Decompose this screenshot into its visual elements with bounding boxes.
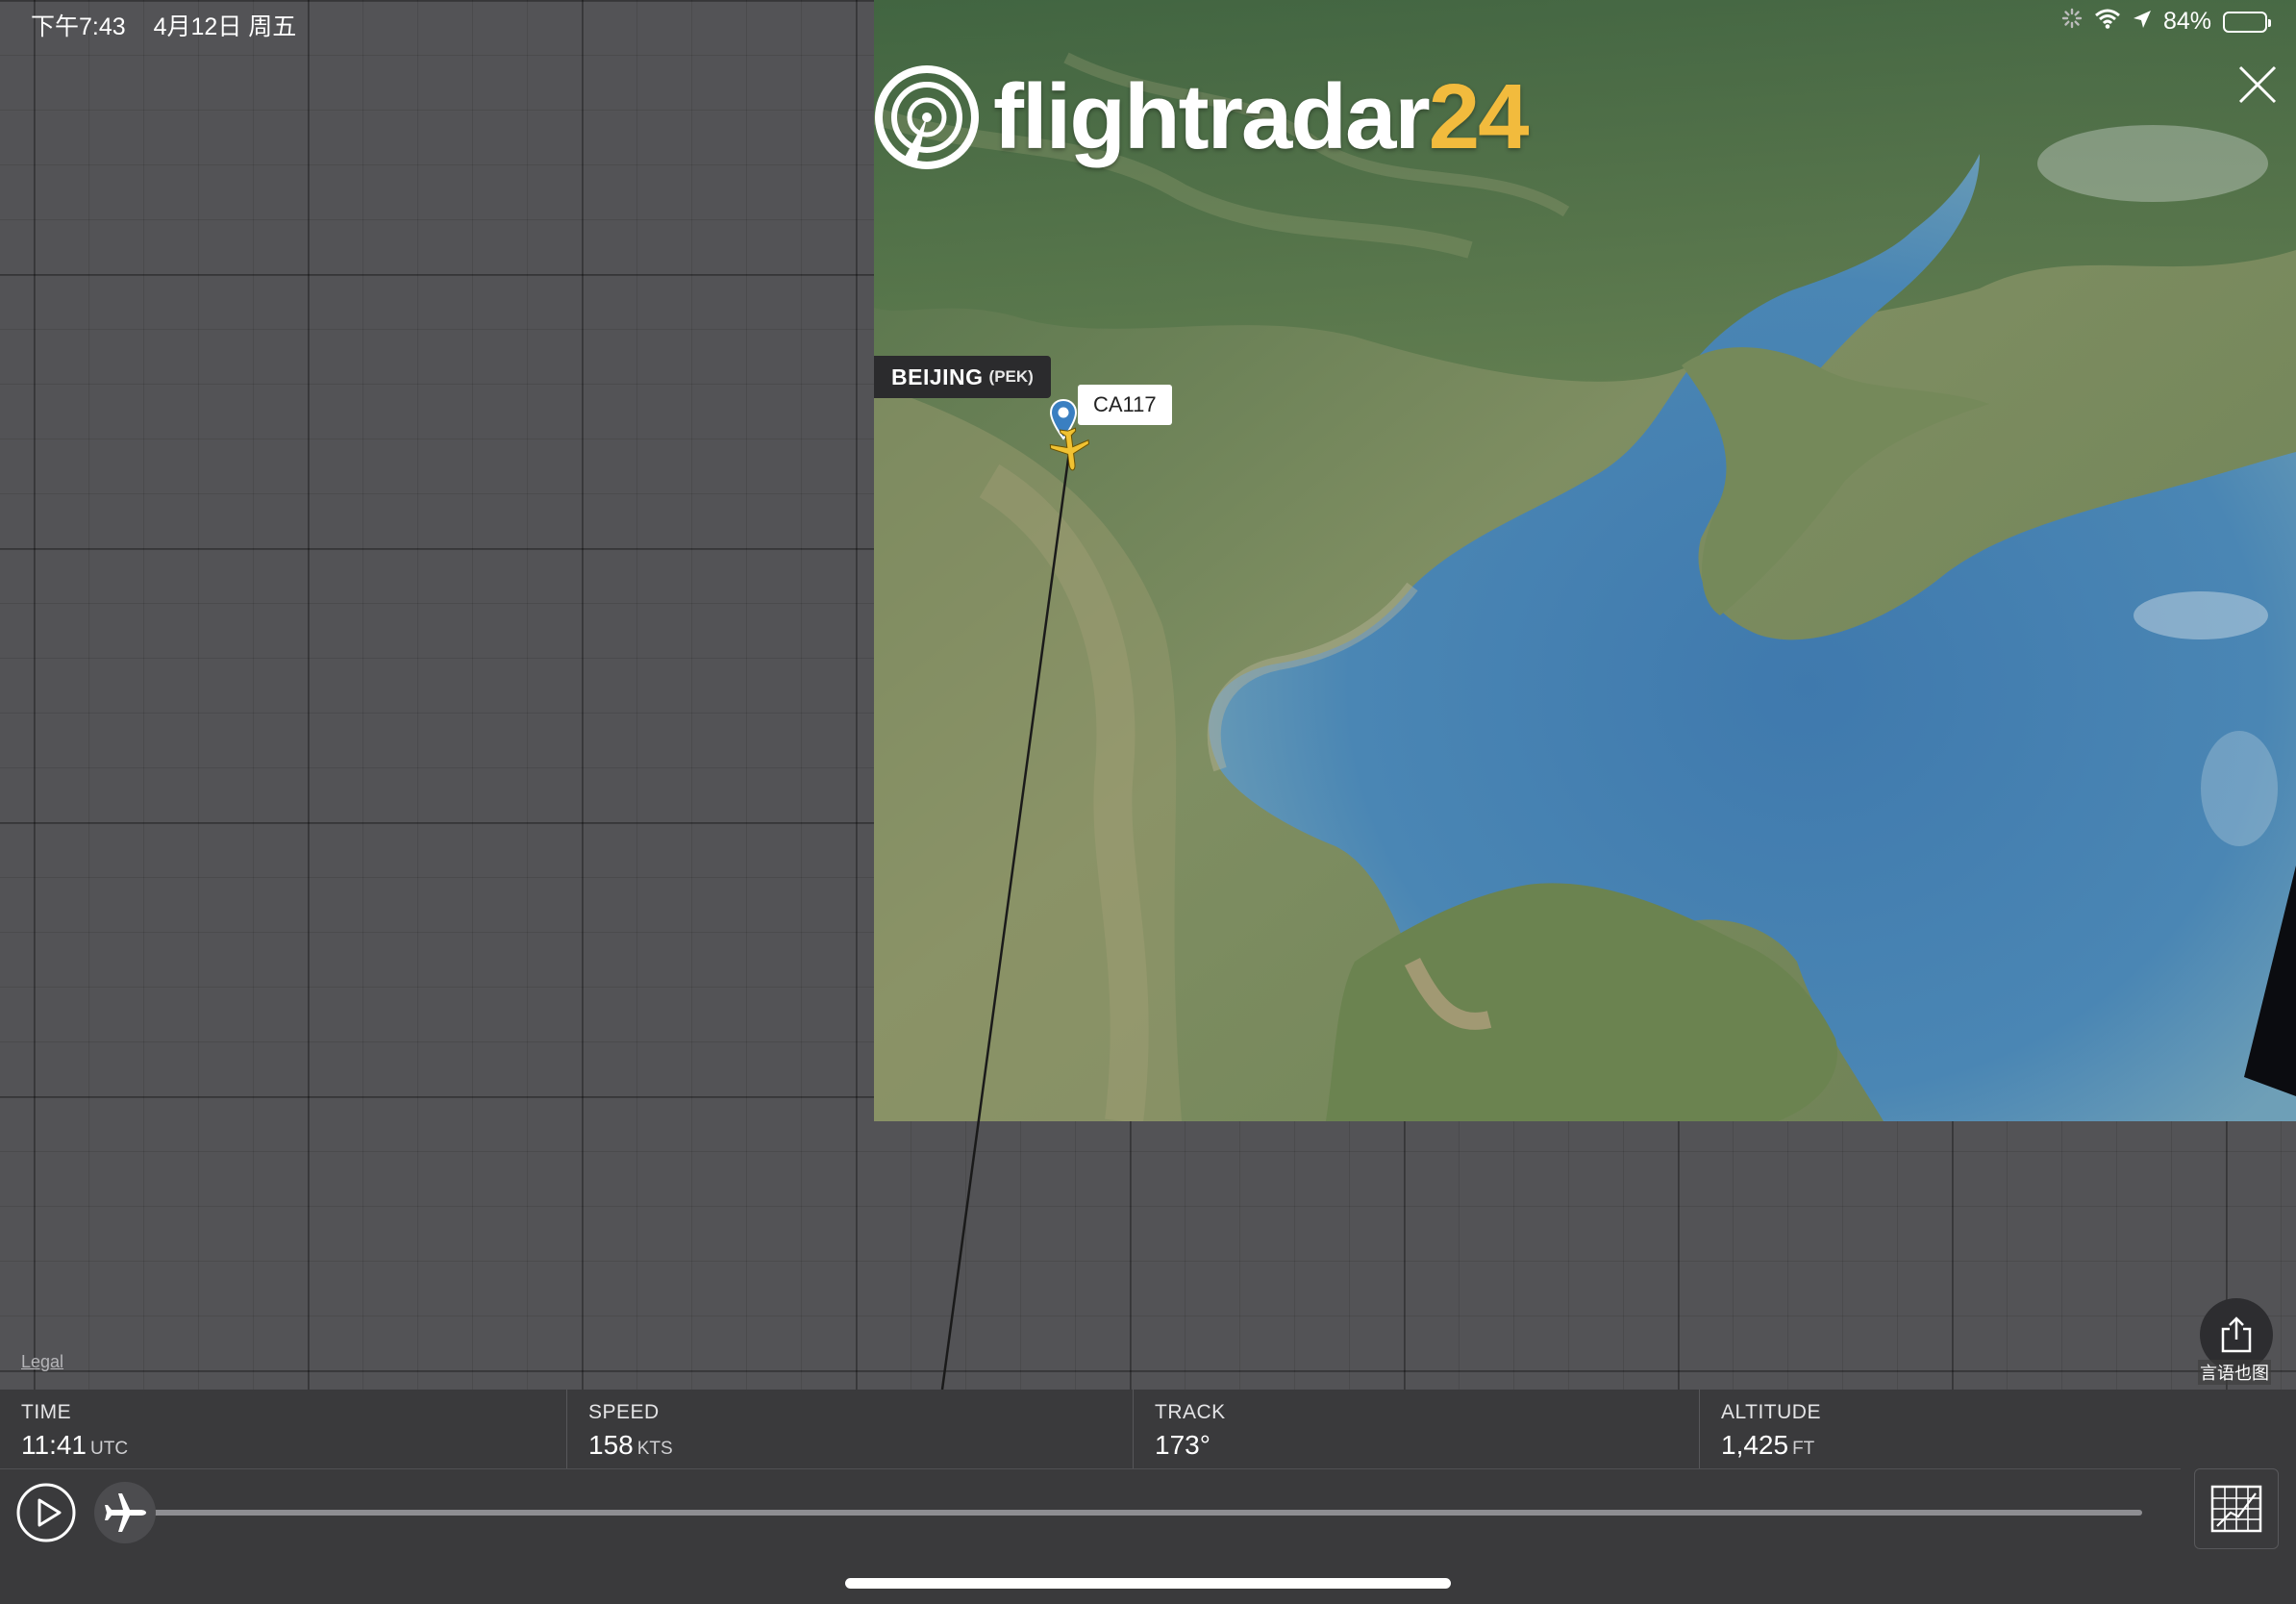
share-caption: 言语也图 xyxy=(2198,1360,2271,1385)
airplane-icon[interactable] xyxy=(1046,425,1094,473)
flightradar24-logo: flightradar24 xyxy=(874,60,1529,175)
status-clock: 下午7:43 xyxy=(31,13,126,40)
playback-panel: TIME 11:41 UTC SPEED 158 KTS TRACK 173° AL… xyxy=(0,1390,2296,1604)
activity-spinner-icon xyxy=(2061,8,2083,36)
status-date: 4月12日 周五 xyxy=(153,13,297,40)
stat-time: TIME 11:41 UTC xyxy=(0,1390,566,1468)
map-view-toggle-button[interactable] xyxy=(2194,1468,2279,1549)
play-icon xyxy=(16,1483,76,1542)
legal-link[interactable]: Legal xyxy=(21,1352,63,1372)
battery-icon xyxy=(2223,11,2271,33)
home-indicator xyxy=(845,1578,1451,1589)
status-icons: 84% xyxy=(2061,8,2271,36)
flight-stats: TIME 11:41 UTC SPEED 158 KTS TRACK 173° AL… xyxy=(0,1390,2296,1468)
close-button[interactable] xyxy=(2236,63,2279,106)
stat-time-value: 11:41 UTC xyxy=(21,1430,129,1460)
stat-track-value: 173° xyxy=(1155,1430,1210,1460)
airport-code: (PEK) xyxy=(988,367,1034,386)
airport-name: BEIJING xyxy=(891,363,984,389)
timeline-track[interactable] xyxy=(123,1510,2142,1516)
close-icon xyxy=(2238,65,2277,104)
stat-altitude: ALTITUDE 1,425 FT xyxy=(1699,1390,2265,1468)
stat-speed-label: SPEED xyxy=(588,1401,660,1423)
stat-speed-value: 158 KTS xyxy=(588,1430,673,1460)
logo-wordmark: flightradar24 xyxy=(993,65,1529,168)
status-bar: 下午7:43 4月12日 周五 84% xyxy=(0,0,2296,48)
divider xyxy=(0,1468,2181,1469)
map-canvas[interactable] xyxy=(0,0,2296,1390)
stat-speed: SPEED 158 KTS xyxy=(566,1390,1133,1468)
share-icon xyxy=(2221,1316,2252,1353)
stat-track: TRACK 173° xyxy=(1133,1390,1699,1468)
play-button[interactable] xyxy=(15,1482,77,1543)
battery-percentage: 84% xyxy=(2162,8,2211,35)
radar-logo-icon xyxy=(875,65,979,169)
wifi-icon xyxy=(2094,8,2121,36)
status-time: 下午7:43 4月12日 周五 xyxy=(31,8,296,42)
stat-time-label: TIME xyxy=(21,1401,72,1423)
stat-altitude-value: 1,425 FT xyxy=(1721,1430,1815,1460)
location-arrow-icon xyxy=(2133,8,2152,36)
flight-path xyxy=(940,451,1071,1390)
airplane-icon xyxy=(105,1493,146,1532)
playback-timeline[interactable] xyxy=(94,1482,2142,1543)
flight-callsign-label[interactable]: CA117 xyxy=(1078,385,1172,425)
stat-track-label: TRACK xyxy=(1155,1401,1226,1423)
airport-label[interactable]: BEIJING (PEK) xyxy=(874,356,1051,398)
stat-altitude-label: ALTITUDE xyxy=(1721,1401,1821,1423)
timeline-thumb[interactable] xyxy=(94,1482,156,1543)
map-grid-icon xyxy=(2210,1485,2262,1533)
